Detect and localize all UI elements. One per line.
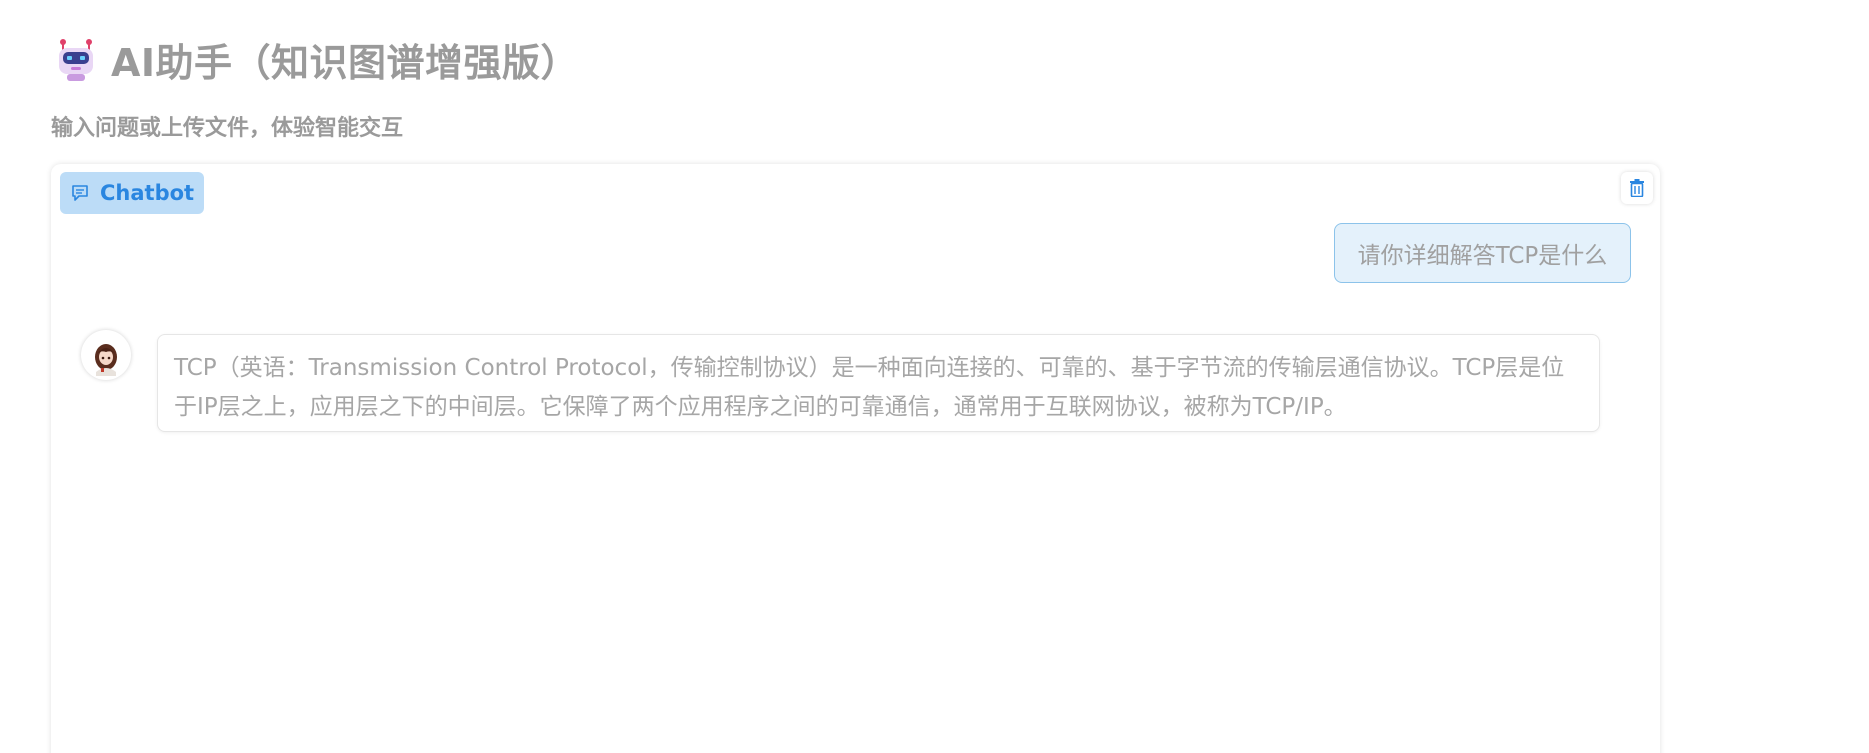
chat-bubble-icon: [72, 185, 88, 201]
chatbot-label: Chatbot: [100, 181, 195, 205]
page-header: AI助手（知识图谱增强版）: [55, 32, 579, 87]
page-title: AI助手（知识图谱增强版）: [111, 41, 580, 85]
user-message-bubble: 请你详细解答TCP是什么: [1334, 223, 1631, 283]
trash-icon: [1630, 179, 1644, 197]
anime-girl-avatar-icon: [95, 344, 117, 376]
assistant-avatar: [81, 330, 131, 380]
assistant-message-bubble: TCP（英语：Transmission Control Protocol，传输控…: [157, 334, 1600, 432]
chatbot-label-badge: Chatbot: [60, 172, 205, 214]
chatbot-panel: Chatbot 请你详细解答TCP是什么 TCP（英语：Transmission…: [51, 164, 1660, 753]
page-subtitle: 输入问题或上传文件，体验智能交互: [51, 116, 404, 141]
robot-icon: [59, 38, 93, 81]
app-page: AI助手（知识图谱增强版） 输入问题或上传文件，体验智能交互 Chatbot 请…: [0, 0, 1869, 753]
clear-chat-button[interactable]: [1621, 172, 1653, 204]
